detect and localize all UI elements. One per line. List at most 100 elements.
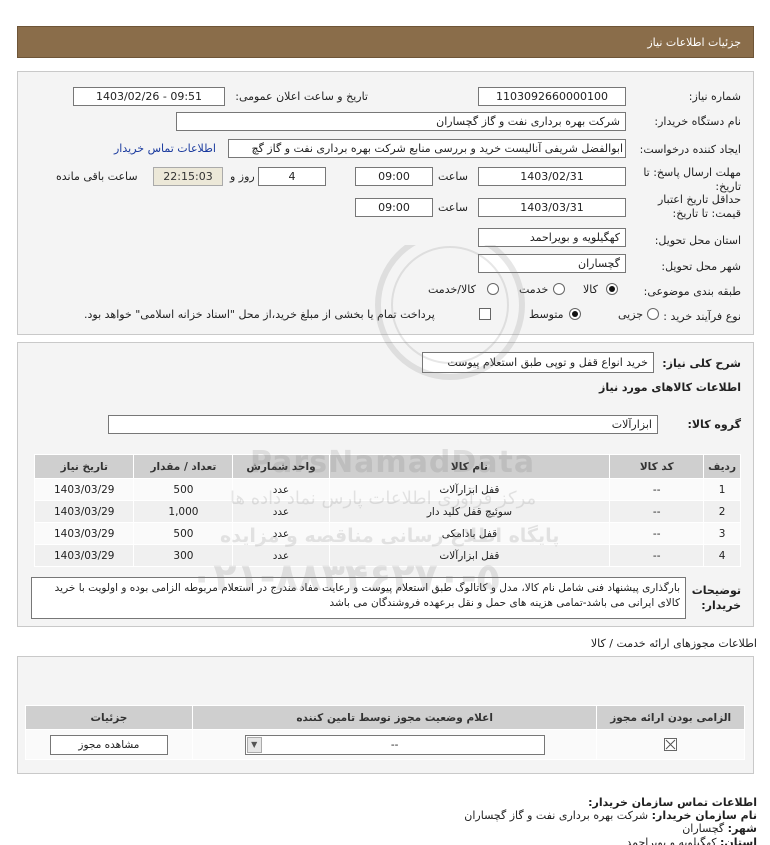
announce-label: تاریخ و ساعت اعلان عمومی: [235,90,368,103]
permit-status-select[interactable]: -- ▼ [244,734,545,755]
cell-unit: عدد [232,522,330,545]
goods-group-label: گروه کالا: [687,418,741,431]
permit-required-checkbox[interactable] [664,738,678,751]
page-header: جزئیات اطلاعات نیاز [17,26,754,58]
cell-code: -- [609,544,705,567]
cell-unit: عدد [232,478,330,501]
validity-time-field: 09:00 [355,198,433,217]
cell-row: 2 [703,500,741,523]
contact-province-value: کهگیلویه و بویراحمد [626,836,717,845]
cell-qty: 1,000 [133,500,234,523]
purchase-medium-radio[interactable] [569,308,581,320]
table-row: 2 -- سوئیچ قفل کلید دار عدد 1,000 1403/0… [33,500,741,523]
category-goods-service-label: کالا/خدمت [428,283,476,296]
validity-date-field: 1403/03/31 [478,198,626,217]
contact-province-label: استان: [720,836,757,845]
category-goods-radio[interactable] [606,283,618,295]
general-desc-field: خرید انواع قفل و توپی طبق استعلام پیوست [422,352,654,373]
category-goods-label: کالا [583,283,598,296]
permits-section-title: اطلاعات مجوزهای ارائه خدمت / کالا [590,637,757,650]
buyer-org-field: شرکت بهره برداری نفت و گاز گچساران [176,112,626,131]
contact-org-line: نام سازمان خریدار: شرکت بهره برداری نفت … [464,809,757,822]
province-label: استان محل تحویل: [654,234,741,247]
table-row: -- ▼ مشاهده مجوز [25,729,745,760]
treasury-payment-note: پرداخت تمام یا بخشی از مبلغ خرید،از محل … [84,308,435,321]
cell-code: -- [609,522,705,545]
col-qty: تعداد / مقدار [133,454,234,479]
col-code: کد کالا [609,454,705,479]
cell-row: 3 [703,522,741,545]
cell-date: 1403/03/29 [33,478,135,501]
category-service-label: خدمت [519,283,549,296]
col-name: نام کالا [328,454,611,479]
cell-name: قفل ابزارآلات [328,544,611,567]
table-row: 3 -- قفل بادامکی عدد 500 1403/03/29 [33,522,741,545]
table-row: 1 -- قفل ابزارآلات عدد 500 1403/03/29 [33,478,741,501]
view-permit-button[interactable]: مشاهده مجوز [49,734,168,755]
col-permit-required: الزامی بودن ارائه مجوز [596,705,745,730]
goods-table-header: ردیف کد کالا نام کالا واحد شمارش تعداد /… [33,454,741,479]
contact-title: اطلاعات تماس سازمان خریدار: [588,796,757,809]
city-label: شهر محل تحویل: [661,260,741,273]
treasury-payment-checkbox[interactable] [479,308,491,320]
contact-org-label: نام سازمان خریدار: [651,809,757,822]
purchase-minor-radio[interactable] [647,308,659,320]
days-remaining-field: 4 [258,167,326,186]
cell-date: 1403/03/29 [33,522,135,545]
deadline-label: مهلت ارسال پاسخ: تا تاریخ: [643,166,741,193]
cell-name: قفل بادامکی [328,522,611,545]
cell-code: -- [609,478,705,501]
cell-date: 1403/03/29 [33,544,135,567]
col-unit: واحد شمارش [232,454,330,479]
goods-info-title: اطلاعات کالاهای مورد نیاز [599,381,741,394]
cell-unit: عدد [232,544,330,567]
contact-city-value: گچساران [682,822,725,835]
cell-qty: 500 [133,522,234,545]
cell-row: 1 [703,478,741,501]
category-goods-service-radio[interactable] [487,283,499,295]
cell-qty: 500 [133,478,234,501]
purchase-type-label: نوع فرآیند خرید : [663,310,741,323]
creator-label: ایجاد کننده درخواست: [639,143,741,156]
contact-org-value: شرکت بهره برداری نفت و گاز گچساران [464,809,649,822]
goods-group-field: ابزارآلات [108,415,658,434]
contact-city-label: شهر: [727,822,757,835]
creator-field: ابوالفضل شریفی آنالیست خرید و بررسی مناب… [228,139,626,158]
purchase-medium-label: متوسط [529,308,564,321]
buyer-contact-link[interactable]: اطلاعات تماس خریدار [114,142,216,155]
remaining-time-field: 22:15:03 [153,167,223,186]
city-field: گچساران [478,254,626,273]
cell-row: 4 [703,544,741,567]
cell-qty: 300 [133,544,234,567]
need-number-label: شماره نیاز: [688,90,741,103]
permit-status-value: -- [390,738,399,751]
permit-details-cell: مشاهده مجوز [25,729,193,760]
validity-label: حداقل تاریخ اعتبار قیمت: تا تاریخ: [657,193,741,220]
cell-name: سوئیچ قفل کلید دار [328,500,611,523]
category-label: طبقه بندی موضوعی: [643,285,741,298]
buyer-notes-label: توضیحات خریدار: [691,584,741,612]
permit-status-cell: -- ▼ [191,729,598,760]
col-permit-status: اعلام وضعیت مجوز توسط تامین کننده [191,705,598,730]
dropdown-arrow-icon[interactable]: ▼ [246,736,262,753]
goods-table: ردیف کد کالا نام کالا واحد شمارش تعداد /… [33,454,741,567]
col-row: ردیف [703,454,741,479]
cell-code: -- [609,500,705,523]
deadline-time-label: ساعت [438,170,468,183]
deadline-date-field: 1403/02/31 [478,167,626,186]
days-label: روز و [230,170,255,183]
purchase-minor-label: جزیی [618,308,644,321]
col-date: تاریخ نیاز [33,454,135,479]
cell-date: 1403/03/29 [33,500,135,523]
remaining-time-label: ساعت باقی مانده [56,170,138,183]
permits-table-header: الزامی بودن ارائه مجوز اعلام وضعیت مجوز … [25,705,745,730]
category-service-radio[interactable] [553,283,565,295]
permit-required-cell [596,729,745,760]
announce-date-field: 1403/02/26 - 09:51 [73,87,225,106]
cell-name: قفل ابزارآلات [328,478,611,501]
permits-table: الزامی بودن ارائه مجوز اعلام وضعیت مجوز … [25,705,745,760]
buyer-notes-field: بارگذاری پیشنهاد فنی شامل نام کالا، مدل … [31,577,686,619]
contact-province-line: استان: کهگیلویه و بویراحمد [626,836,757,845]
page-title: جزئیات اطلاعات نیاز [647,36,741,49]
buyer-org-label: نام دستگاه خریدار: [654,115,741,128]
